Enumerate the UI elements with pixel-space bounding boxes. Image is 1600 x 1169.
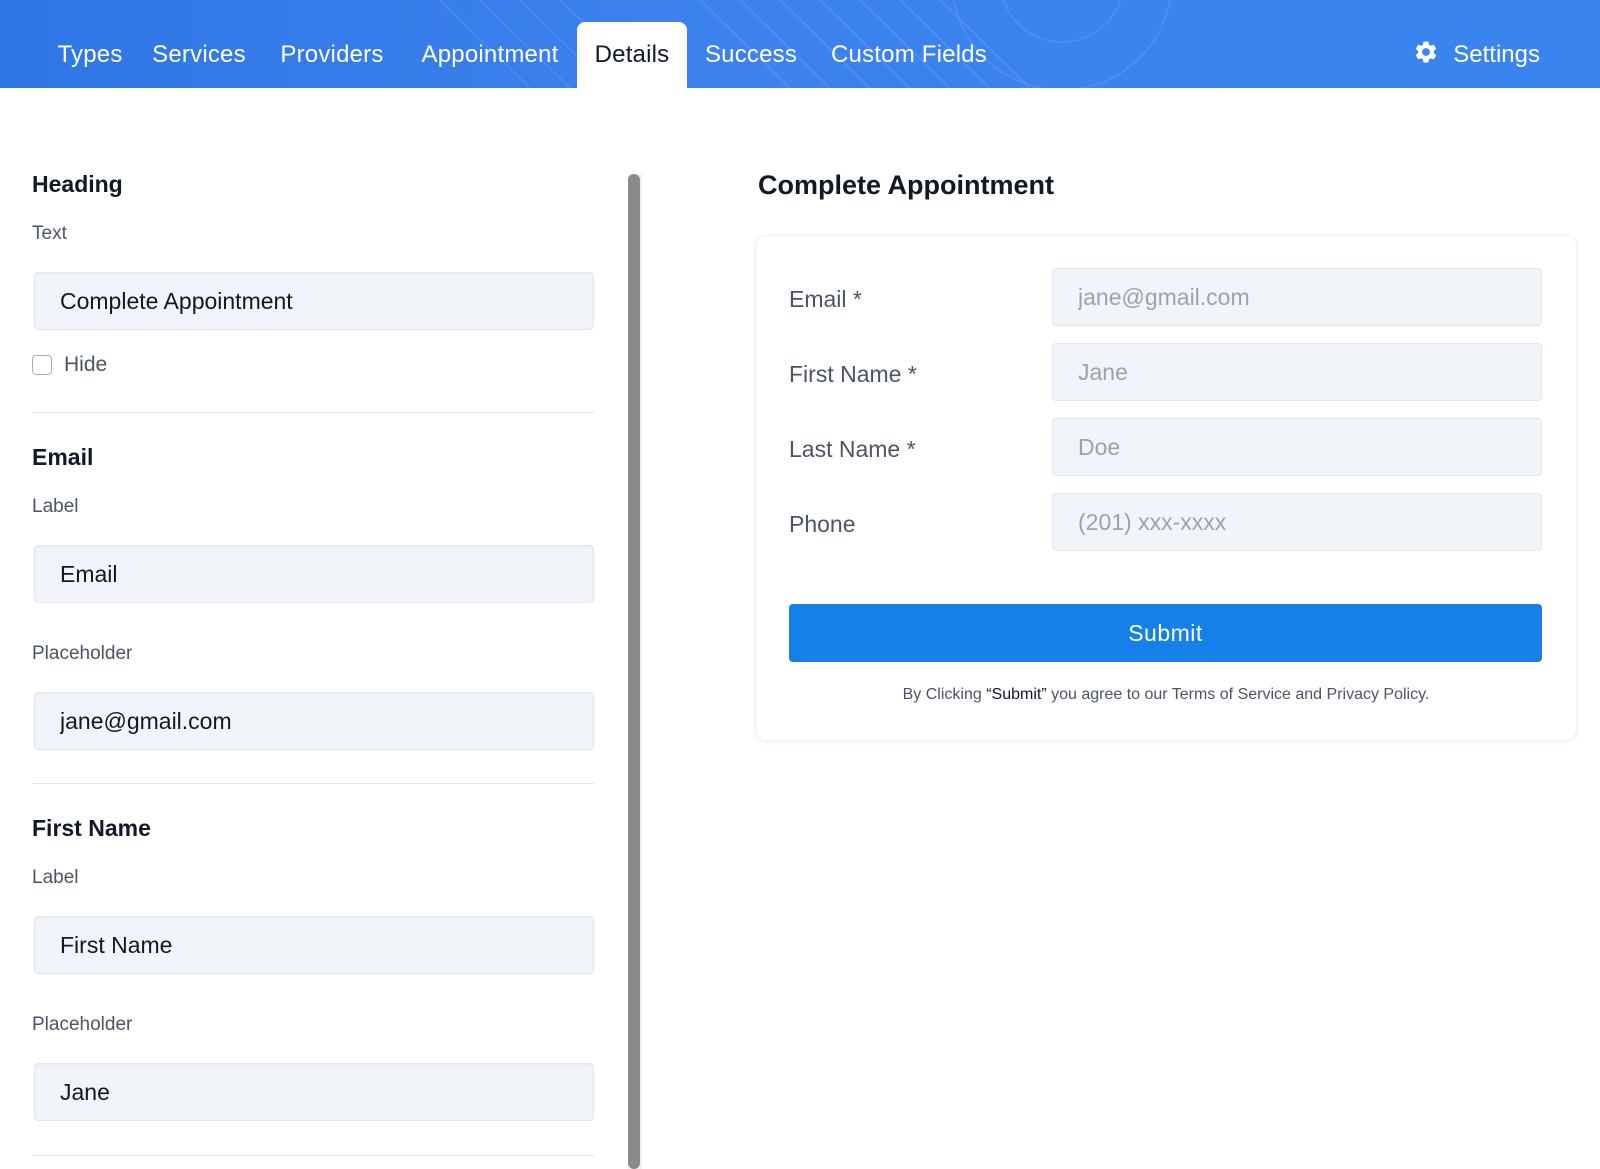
hide-label: Hide: [64, 353, 108, 376]
tab-providers[interactable]: Providers: [268, 22, 396, 88]
legal-middle: you agree to our: [1046, 686, 1172, 703]
first-name-label-input[interactable]: [34, 916, 594, 974]
tab-custom-fields[interactable]: Custom Fields: [822, 22, 996, 88]
tab-details[interactable]: Details: [577, 22, 687, 88]
privacy-policy-link[interactable]: Privacy Policy: [1327, 686, 1425, 703]
legal-and: and: [1290, 686, 1327, 703]
settings-label: Settings: [1453, 41, 1540, 68]
legal-prefix: By Clicking: [902, 686, 987, 703]
heading-hide-option[interactable]: Hide: [32, 353, 107, 377]
preview-email-input[interactable]: [1052, 268, 1542, 326]
scrollbar-thumb[interactable]: [628, 174, 640, 1169]
section-divider: [32, 412, 594, 413]
first-name-placeholder-input[interactable]: [34, 1063, 594, 1121]
email-placeholder-input[interactable]: [34, 692, 594, 750]
terms-of-service-link[interactable]: Terms of Service: [1172, 686, 1291, 703]
email-placeholder-label: Placeholder: [32, 643, 133, 664]
heading-section-title: Heading: [32, 171, 123, 197]
tab-success[interactable]: Success: [695, 22, 807, 88]
hide-checkbox[interactable]: [32, 355, 52, 375]
legal-suffix: .: [1424, 686, 1430, 703]
preview-title: Complete Appointment: [758, 170, 1054, 200]
section-divider: [32, 1155, 594, 1156]
submit-button[interactable]: Submit: [789, 604, 1542, 662]
legal-quoted-submit: “Submit”: [986, 686, 1047, 703]
tab-types[interactable]: Types: [36, 22, 144, 88]
email-label-input[interactable]: [34, 545, 594, 603]
heading-text-input[interactable]: [34, 272, 594, 330]
preview-first-name-label: First Name *: [789, 361, 917, 387]
preview-form-card: Email * First Name * Last Name * Phone S…: [756, 236, 1576, 740]
first-name-label-label: Label: [32, 867, 79, 888]
tab-appointment[interactable]: Appointment: [410, 22, 570, 88]
heading-text-label: Text: [32, 223, 67, 244]
preview-email-label: Email *: [789, 286, 862, 312]
top-navigation: Types Services Providers Appointment Det…: [0, 0, 1600, 88]
email-label-label: Label: [32, 496, 79, 517]
preview-first-name-input[interactable]: [1052, 343, 1542, 401]
preview-last-name-label: Last Name *: [789, 436, 916, 462]
gear-icon: [1413, 39, 1439, 72]
email-section-title: Email: [32, 444, 94, 470]
preview-phone-input[interactable]: [1052, 493, 1542, 551]
tab-services[interactable]: Services: [144, 22, 254, 88]
first-name-section-title: First Name: [32, 815, 151, 841]
section-divider: [32, 783, 594, 784]
first-name-placeholder-label: Placeholder: [32, 1014, 133, 1035]
legal-notice: By Clicking “Submit” you agree to our Te…: [756, 686, 1576, 704]
preview-last-name-input[interactable]: [1052, 418, 1542, 476]
preview-phone-label: Phone: [789, 511, 856, 537]
settings-link[interactable]: Settings: [1413, 22, 1540, 88]
